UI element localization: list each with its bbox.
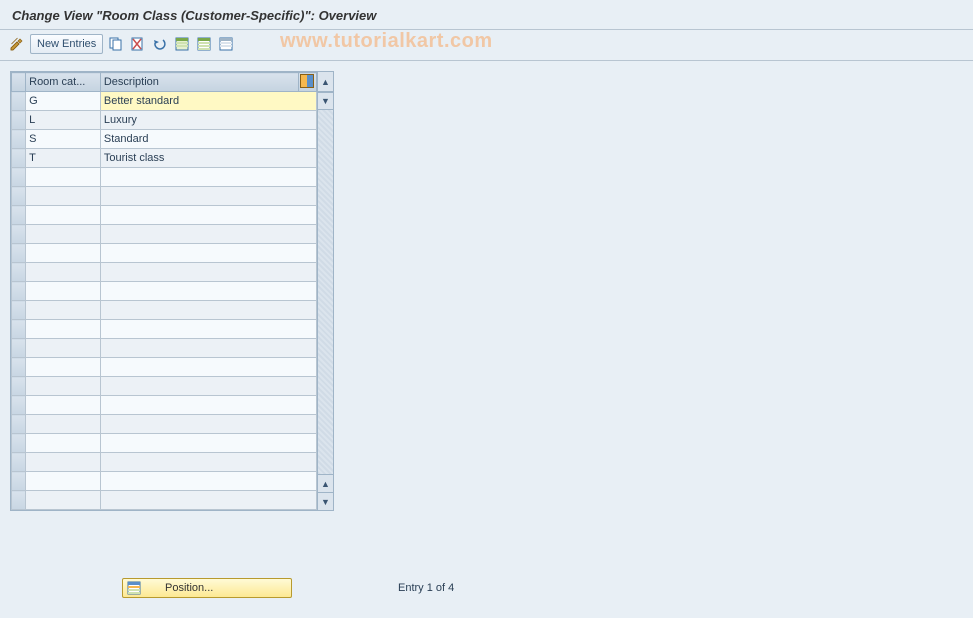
cell-empty[interactable] xyxy=(100,396,316,415)
cell-empty[interactable] xyxy=(100,320,316,339)
room-class-table: Room cat... Description G Better standar… xyxy=(11,72,317,510)
column-header-description[interactable]: Description xyxy=(100,73,298,92)
cell-empty[interactable] xyxy=(26,282,101,301)
row-selector[interactable] xyxy=(12,206,26,225)
delete-icon[interactable] xyxy=(129,34,147,54)
cell-empty[interactable] xyxy=(26,225,101,244)
cell-room-cat[interactable]: T xyxy=(26,149,101,168)
scroll-down-icon[interactable]: ▼ xyxy=(318,92,333,110)
page-title: Change View "Room Class (Customer-Specif… xyxy=(12,8,961,23)
cell-empty[interactable] xyxy=(100,168,316,187)
column-header-room-cat[interactable]: Room cat... xyxy=(26,73,101,92)
row-selector[interactable] xyxy=(12,244,26,263)
row-selector[interactable] xyxy=(12,377,26,396)
row-selector[interactable] xyxy=(12,396,26,415)
row-selector[interactable] xyxy=(12,301,26,320)
row-selector[interactable] xyxy=(12,225,26,244)
watermark-text: www.tutorialkart.com xyxy=(280,30,493,53)
cell-empty[interactable] xyxy=(100,377,316,396)
cell-empty[interactable] xyxy=(100,263,316,282)
cell-empty[interactable] xyxy=(100,187,316,206)
cell-empty[interactable] xyxy=(26,453,101,472)
cell-empty[interactable] xyxy=(100,301,316,320)
scroll-up-icon[interactable]: ▲ xyxy=(318,474,333,492)
table-scrollbar[interactable]: ▲ ▼ ▲ ▼ xyxy=(317,72,333,510)
table-config-button[interactable] xyxy=(298,73,316,92)
cell-empty[interactable] xyxy=(26,168,101,187)
toggle-display-change-icon[interactable] xyxy=(8,34,26,54)
cell-empty[interactable] xyxy=(26,263,101,282)
cell-empty[interactable] xyxy=(26,301,101,320)
cell-description[interactable]: Luxury xyxy=(100,111,316,130)
select-block-icon[interactable] xyxy=(195,34,213,54)
row-selector[interactable] xyxy=(12,453,26,472)
cell-empty[interactable] xyxy=(26,396,101,415)
row-selector[interactable] xyxy=(12,111,26,130)
cell-empty[interactable] xyxy=(100,472,316,491)
cell-room-cat[interactable]: S xyxy=(26,130,101,149)
cell-empty[interactable] xyxy=(26,434,101,453)
select-all-icon[interactable] xyxy=(173,34,191,54)
row-selector[interactable] xyxy=(12,320,26,339)
cell-empty[interactable] xyxy=(100,244,316,263)
copy-icon[interactable] xyxy=(107,34,125,54)
position-icon xyxy=(127,581,141,595)
cell-empty[interactable] xyxy=(26,377,101,396)
row-selector[interactable] xyxy=(12,130,26,149)
cell-empty[interactable] xyxy=(26,244,101,263)
new-entries-button[interactable]: New Entries xyxy=(30,34,103,54)
cell-empty[interactable] xyxy=(26,358,101,377)
row-selector[interactable] xyxy=(12,415,26,434)
row-selector[interactable] xyxy=(12,263,26,282)
cell-empty[interactable] xyxy=(100,225,316,244)
cell-empty[interactable] xyxy=(26,472,101,491)
cell-empty[interactable] xyxy=(26,339,101,358)
cell-empty[interactable] xyxy=(26,187,101,206)
cell-empty[interactable] xyxy=(100,434,316,453)
row-selector[interactable] xyxy=(12,92,26,111)
row-selector[interactable] xyxy=(12,282,26,301)
row-selector[interactable] xyxy=(12,149,26,168)
row-selector[interactable] xyxy=(12,187,26,206)
row-selector[interactable] xyxy=(12,168,26,187)
position-button[interactable]: Position... xyxy=(122,578,292,598)
row-selector[interactable] xyxy=(12,434,26,453)
cell-description[interactable]: Standard xyxy=(100,130,316,149)
row-selector[interactable] xyxy=(12,472,26,491)
row-selector[interactable] xyxy=(12,491,26,510)
cell-empty[interactable] xyxy=(26,491,101,510)
cell-empty[interactable] xyxy=(100,358,316,377)
scroll-down-icon[interactable]: ▼ xyxy=(318,492,333,510)
scroll-up-icon[interactable]: ▲ xyxy=(318,72,333,92)
undo-icon[interactable] xyxy=(151,34,169,54)
cell-empty[interactable] xyxy=(26,206,101,225)
cell-description[interactable]: Better standard xyxy=(100,92,316,111)
cell-room-cat[interactable]: L xyxy=(26,111,101,130)
row-selector[interactable] xyxy=(12,358,26,377)
cell-empty[interactable] xyxy=(100,491,316,510)
entry-status-text: Entry 1 of 4 xyxy=(398,582,454,594)
table-corner[interactable] xyxy=(12,73,26,92)
cell-empty[interactable] xyxy=(100,206,316,225)
deselect-all-icon[interactable] xyxy=(217,34,235,54)
cell-description[interactable]: Tourist class xyxy=(100,149,316,168)
cell-empty[interactable] xyxy=(100,339,316,358)
cell-empty[interactable] xyxy=(100,453,316,472)
cell-empty[interactable] xyxy=(26,320,101,339)
cell-empty[interactable] xyxy=(100,415,316,434)
cell-empty[interactable] xyxy=(26,415,101,434)
position-label: Position... xyxy=(165,582,213,594)
row-selector[interactable] xyxy=(12,339,26,358)
cell-room-cat[interactable]: G xyxy=(26,92,101,111)
config-icon xyxy=(300,74,314,88)
scroll-track[interactable] xyxy=(318,110,333,474)
cell-empty[interactable] xyxy=(100,282,316,301)
